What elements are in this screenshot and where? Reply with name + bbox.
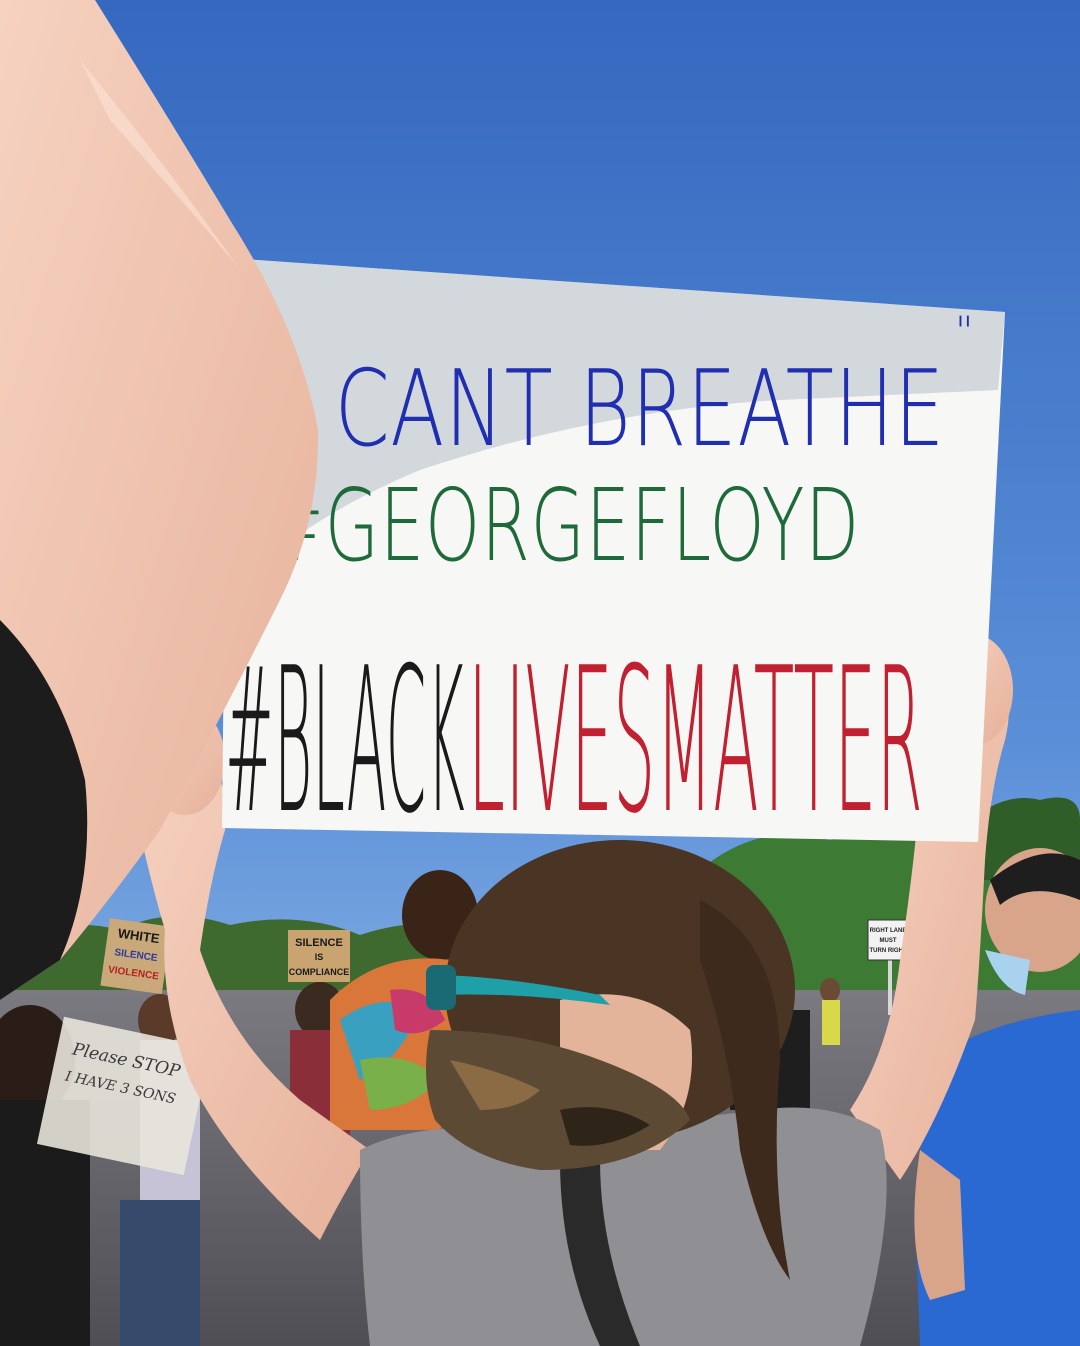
sign-line1: I CANT BREATHE: [285, 348, 945, 470]
sign-line3-black: #BLACK: [225, 625, 465, 858]
road-sign-line1: RIGHT LANE: [870, 928, 907, 934]
silence-sign-line1: SILENCE: [295, 937, 343, 949]
photo-illustration: RIGHT LANE MUST TURN RIGHT WHITE SILENCE…: [0, 0, 1080, 1346]
photo-scene: RIGHT LANE MUST TURN RIGHT WHITE SILENCE…: [0, 0, 1080, 1346]
silence-compliance-sign: SILENCE IS COMPLIANCE: [288, 930, 350, 982]
main-protest-sign: I CANT BREATHE " #GEORGEFLOYD #BLACK LIV…: [222, 258, 1005, 858]
silence-sign-line2: IS: [315, 952, 324, 962]
sign-line2: #GEORGEFLOYD: [265, 467, 860, 584]
road-sign-line2: MUST: [880, 938, 897, 944]
sign-line1-quote: ": [955, 309, 974, 355]
sign-line3-red: LIVESMATTER: [468, 625, 923, 858]
silence-sign-line3: COMPLIANCE: [289, 967, 350, 977]
white-silence-sign: WHITE SILENCE VIOLENCE: [100, 918, 172, 995]
